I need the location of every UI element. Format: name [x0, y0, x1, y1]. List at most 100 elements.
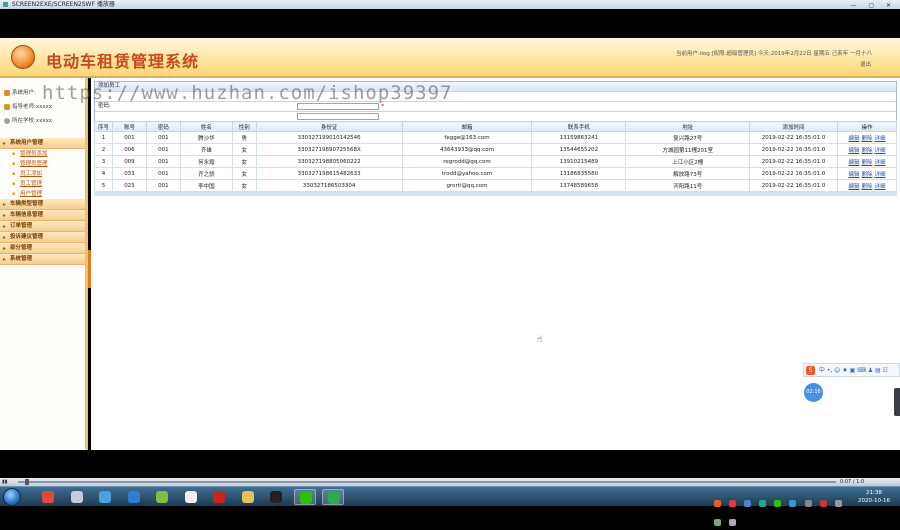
player-time: 0:07 / 1:0: [840, 479, 865, 485]
cell-password: 001: [145, 167, 181, 180]
taskbar-app-wechat[interactable]: [293, 489, 316, 505]
taskbar-app-app-green[interactable]: [151, 489, 173, 505]
cell-name: 李中国: [179, 179, 233, 192]
recorder-timer[interactable]: 02:16: [804, 383, 823, 402]
play-pause-icon[interactable]: ▮▮: [2, 479, 8, 485]
detail-link[interactable]: 详细: [875, 136, 886, 142]
detail-link[interactable]: 详细: [875, 172, 886, 178]
sidebar: 系统用户: 指导老师:xxxxx 所在学校:xxxxx 系统用户管理 管理员添加…: [0, 78, 88, 450]
menu-item-staff-add[interactable]: 员工添加: [0, 169, 85, 179]
menu-complaints[interactable]: 投诉建议管理: [0, 232, 85, 243]
delete-link[interactable]: 删除: [861, 148, 872, 154]
start-button[interactable]: [3, 488, 21, 506]
cell-index: 5: [94, 179, 113, 192]
letterbox-bottom: [0, 450, 900, 478]
cell-id-card: 330327199010142546: [255, 131, 403, 144]
menu-vehicle-info[interactable]: 车辆信息管理: [0, 210, 85, 221]
edit-link[interactable]: 编辑: [848, 184, 859, 190]
password-input[interactable]: [297, 103, 379, 110]
cell-name: 齐雄: [179, 143, 233, 156]
cell-index: 4: [94, 167, 113, 180]
logout-link[interactable]: 退出: [860, 60, 871, 68]
menu-vehicle-types[interactable]: 车辆类型管理: [0, 199, 85, 210]
form-row-name: [95, 111, 896, 121]
delete-link[interactable]: 删除: [861, 184, 872, 190]
tray-battery-icon[interactable]: [714, 519, 721, 526]
teacher-icon: [4, 104, 10, 110]
taskbar-app-folder[interactable]: [237, 489, 259, 505]
col-id-card: 身份证: [255, 121, 403, 132]
clock-date: 2020-10-16: [858, 498, 890, 504]
cell-id-card: 33032719890725568X: [255, 143, 403, 156]
screen2exe-icon: [328, 492, 340, 504]
menu-orders[interactable]: 订单管理: [0, 221, 85, 232]
col-password: 密码: [145, 121, 181, 132]
seek-track[interactable]: [18, 481, 836, 483]
sogou-logo-icon[interactable]: S: [806, 366, 815, 375]
cell-gender: 女: [231, 167, 257, 180]
user-info: 当前用户:ilog [权限:超级管理员] 今天:2019年2月22日 星期五 己…: [675, 51, 872, 57]
taskbar-app-media[interactable]: [66, 489, 88, 505]
system-tray: [714, 492, 854, 526]
edit-link[interactable]: 编辑: [848, 172, 859, 178]
cell-password: 001: [145, 155, 181, 168]
detail-link[interactable]: 详细: [875, 148, 886, 154]
cell-index: 3: [94, 155, 113, 168]
cell-gender: 女: [231, 155, 257, 168]
name-input[interactable]: [297, 113, 379, 120]
cell-phone: 13159863241: [531, 131, 627, 144]
menu-departments[interactable]: 部分管理: [0, 243, 85, 254]
menu-item-user-manage[interactable]: 用户管理: [0, 189, 85, 199]
cell-phone: 13748589658: [531, 179, 627, 192]
detail-link[interactable]: 详细: [875, 184, 886, 190]
cell-gender: 女: [231, 143, 257, 156]
delete-link[interactable]: 删除: [861, 172, 872, 178]
cell-index: 1: [94, 131, 113, 144]
taskbar-app-flash[interactable]: [208, 489, 230, 505]
cell-address: 河阳路11号: [625, 179, 751, 192]
edit-link[interactable]: 编辑: [848, 136, 859, 142]
edit-link[interactable]: 编辑: [848, 160, 859, 166]
table-row: 5 023 001 李中国女 330327186503304 grorti@qq.com 1…: [94, 179, 897, 192]
taskbar-app-people[interactable]: [94, 489, 116, 505]
delete-link[interactable]: 删除: [861, 136, 872, 142]
cell-added-time: 2019-02-22 16:35:01.0: [749, 131, 838, 144]
table-row: 4 033 001 齐之骄女 330327198615482633 trodd@yahoo…: [94, 167, 897, 180]
menu-system[interactable]: 系统管理: [0, 254, 85, 265]
menu-item-staff-manage[interactable]: 员工管理: [0, 179, 85, 189]
system-title: 电动车租赁管理系统: [46, 52, 200, 71]
cell-email: 43643933@qq.com: [401, 143, 533, 156]
ime-controls[interactable]: 中 •, ☺ ♦ ▣ ⌨ ♟ ▤ ☷: [819, 367, 888, 374]
menu-item-admin-add[interactable]: 管理员添加: [0, 149, 85, 159]
taskbar: 21:38 2020-10-16: [0, 486, 900, 526]
taskbar-app-screen2exe[interactable]: [322, 489, 344, 505]
detail-link[interactable]: 详细: [875, 160, 886, 166]
taskbar-app-chart[interactable]: [180, 489, 202, 505]
menu-item-admin-manage[interactable]: 管理员管理: [0, 159, 85, 169]
side-panel-tab[interactable]: [894, 388, 900, 416]
cell-name: 腾沙华: [179, 131, 233, 144]
edit-link[interactable]: 编辑: [848, 148, 859, 154]
folder-icon: [241, 491, 254, 503]
taskbar-clock[interactable]: 21:38 2020-10-16: [858, 489, 890, 505]
school-icon: [4, 118, 10, 124]
taskbar-app-qq[interactable]: [265, 489, 287, 505]
logo-icon: [11, 45, 35, 69]
taskbar-app-chrome[interactable]: [37, 489, 59, 505]
ime-toolbar[interactable]: S 中 •, ☺ ♦ ▣ ⌨ ♟ ▤ ☷: [803, 363, 900, 377]
table-footer-bar: [94, 192, 897, 196]
seek-thumb[interactable]: [25, 479, 29, 485]
col-email: 邮箱: [401, 121, 533, 132]
chart-icon: [184, 491, 197, 503]
menu-system-users[interactable]: 系统用户管理: [0, 138, 85, 149]
cell-actions: 编辑 删除 详细: [837, 155, 897, 168]
taskbar-app-browser[interactable]: [123, 489, 145, 505]
col-index: 序号: [94, 121, 113, 132]
table-row: 1 001 001 腾沙华男 330327199010142546 fegge@163.c…: [94, 131, 897, 144]
col-added-time: 添加时间: [749, 121, 838, 132]
col-name: 姓名: [179, 121, 233, 132]
table-row: 2 006 001 齐雄女 33032719890725568X 43643933@qq.…: [94, 143, 897, 156]
tray-flag-icon[interactable]: [729, 519, 737, 526]
delete-link[interactable]: 删除: [861, 160, 872, 166]
cell-address: 上江小区2幢: [625, 155, 751, 168]
